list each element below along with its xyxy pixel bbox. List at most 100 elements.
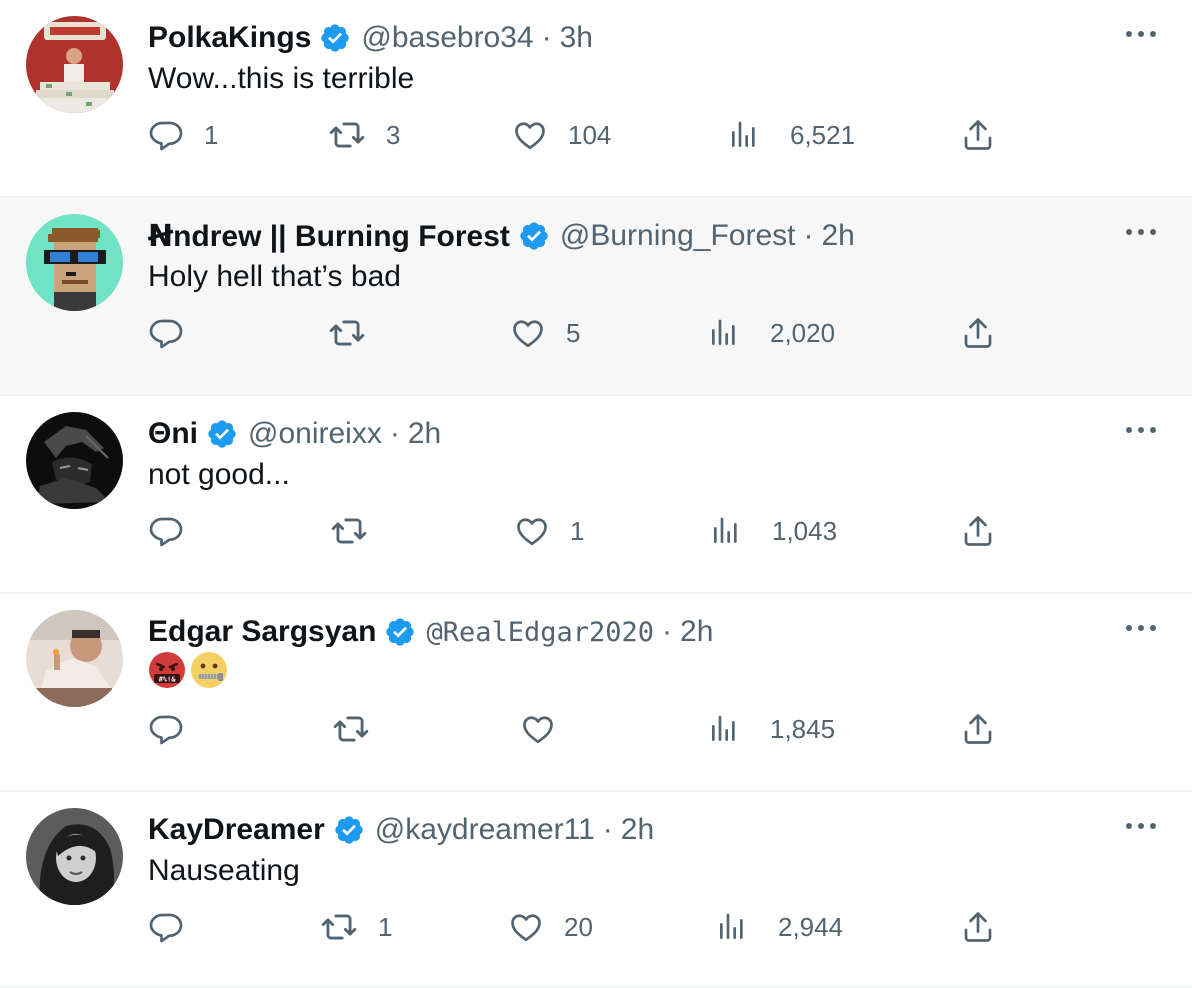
more-horizontal-icon[interactable] <box>1124 222 1158 242</box>
views-button[interactable]: 6,521 <box>728 110 855 160</box>
tweet-actions: 1 3 104 6,521 <box>0 110 1192 160</box>
view-count: 2,020 <box>770 317 836 348</box>
more-horizontal-icon[interactable] <box>1124 420 1158 440</box>
retweet-icon <box>329 122 365 148</box>
replies-feed: PolkaKings @basebro34 · 3h Wow...this is… <box>0 0 1192 988</box>
tweet-actions: 1 1,043 <box>0 506 1192 556</box>
tweet-text: Nauseating <box>148 854 300 887</box>
view-count: 6,521 <box>790 119 856 150</box>
timestamp[interactable]: 2h <box>821 219 854 253</box>
avatar[interactable] <box>26 16 123 113</box>
tweet-text: Holy hell that’s bad <box>148 260 401 293</box>
like-count: 20 <box>564 911 593 942</box>
heart-icon <box>511 914 541 942</box>
tweet-text: #%!& <box>148 651 228 689</box>
tweet-header: Ꞥndrew || Burning Forest @Burning_Forest… <box>148 216 855 256</box>
handle[interactable]: @Burning_Forest <box>560 219 796 253</box>
avatar[interactable] <box>26 412 123 509</box>
like-button[interactable] <box>520 704 576 754</box>
view-count: 1,043 <box>772 515 838 546</box>
share-button[interactable] <box>960 902 996 952</box>
share-upload-icon <box>964 714 992 744</box>
share-upload-icon <box>964 912 992 942</box>
view-count: 2,944 <box>778 911 844 942</box>
display-name[interactable]: KayDreamer <box>148 813 325 847</box>
avatar[interactable] <box>26 214 123 311</box>
reply-button[interactable] <box>148 308 204 358</box>
display-name[interactable]: Θni <box>148 417 198 451</box>
retweet-count: 1 <box>378 911 393 942</box>
views-button[interactable]: 2,020 <box>708 308 835 358</box>
reply-button[interactable] <box>148 704 204 754</box>
timestamp[interactable]: 3h <box>560 21 593 55</box>
tweet-actions: 1 20 2,944 <box>0 902 1192 952</box>
separator-dot: · <box>541 21 552 54</box>
like-button[interactable]: 1 <box>514 506 584 556</box>
retweet-button[interactable]: 3 <box>328 110 400 160</box>
views-button[interactable]: 2,944 <box>716 902 843 952</box>
views-button[interactable]: 1,043 <box>710 506 837 556</box>
retweet-button[interactable]: 1 <box>320 902 392 952</box>
verified-badge-icon <box>206 418 238 450</box>
display-name[interactable]: Ꞥndrew || Burning Forest <box>148 219 510 254</box>
share-button[interactable] <box>960 110 996 160</box>
more-horizontal-icon[interactable] <box>1124 618 1158 638</box>
reply-bubble-icon <box>149 517 183 547</box>
like-button[interactable]: 5 <box>510 308 580 358</box>
share-button[interactable] <box>960 506 996 556</box>
reply-count: 1 <box>204 119 219 150</box>
reply-bubble-icon <box>149 319 183 349</box>
like-button[interactable]: 104 <box>512 110 611 160</box>
reply-bubble-icon <box>149 913 183 943</box>
more-horizontal-icon[interactable] <box>1124 24 1158 44</box>
like-count: 5 <box>566 317 581 348</box>
views-button[interactable]: 1,845 <box>708 704 835 754</box>
handle[interactable]: @onireixx <box>248 417 382 451</box>
handle[interactable]: @RealEdgar2020 <box>426 617 654 648</box>
verified-badge-icon <box>518 220 550 252</box>
avatar[interactable] <box>26 808 123 905</box>
tweet-header: KayDreamer @kaydreamer11 · 2h <box>148 810 654 850</box>
tweet-actions: 5 2,020 <box>0 308 1192 358</box>
tweet[interactable]: Edgar Sargsyan @RealEdgar2020 · 2h #%!& <box>0 594 1192 792</box>
retweet-icon <box>333 716 369 742</box>
verified-badge-icon <box>384 616 416 648</box>
share-upload-icon <box>964 516 992 546</box>
share-button[interactable] <box>960 308 996 358</box>
retweet-icon <box>331 518 367 544</box>
heart-icon <box>515 122 545 150</box>
retweet-button[interactable] <box>332 704 390 754</box>
tweet[interactable]: KayDreamer @kaydreamer11 · 2h Nauseating… <box>0 792 1192 988</box>
display-name[interactable]: PolkaKings <box>148 21 311 55</box>
handle[interactable]: @basebro34 <box>361 21 533 55</box>
reply-button[interactable]: 1 <box>148 110 218 160</box>
tweet[interactable]: PolkaKings @basebro34 · 3h Wow...this is… <box>0 0 1192 198</box>
tweet[interactable]: Ꞥndrew || Burning Forest @Burning_Forest… <box>0 198 1192 396</box>
retweet-button[interactable] <box>328 308 386 358</box>
views-bar-chart-icon <box>720 913 743 939</box>
retweet-icon <box>329 320 365 346</box>
separator-dot: · <box>602 813 613 846</box>
avatar[interactable] <box>26 610 123 707</box>
timestamp[interactable]: 2h <box>680 615 713 649</box>
reply-button[interactable] <box>148 902 204 952</box>
display-name[interactable]: Edgar Sargsyan <box>148 615 376 649</box>
more-horizontal-icon[interactable] <box>1124 816 1158 836</box>
separator-dot: · <box>389 417 400 450</box>
tweet-actions: 1,845 <box>0 704 1192 754</box>
timestamp[interactable]: 2h <box>408 417 441 451</box>
tweet-text: not good... <box>148 458 290 491</box>
reply-button[interactable] <box>148 506 204 556</box>
views-bar-chart-icon <box>712 319 735 345</box>
like-count: 104 <box>568 119 612 150</box>
retweet-button[interactable] <box>330 506 388 556</box>
views-bar-chart-icon <box>732 121 755 147</box>
handle[interactable]: @kaydreamer11 <box>375 813 595 847</box>
share-button[interactable] <box>960 704 996 754</box>
tweet[interactable]: Θni @onireixx · 2h not good... 1 1,043 <box>0 396 1192 594</box>
like-button[interactable]: 20 <box>508 902 593 952</box>
timestamp[interactable]: 2h <box>621 813 654 847</box>
tweet-text: Wow...this is terrible <box>148 62 415 95</box>
zipper-mouth-face-emoji <box>191 652 227 688</box>
share-upload-icon <box>964 120 992 150</box>
